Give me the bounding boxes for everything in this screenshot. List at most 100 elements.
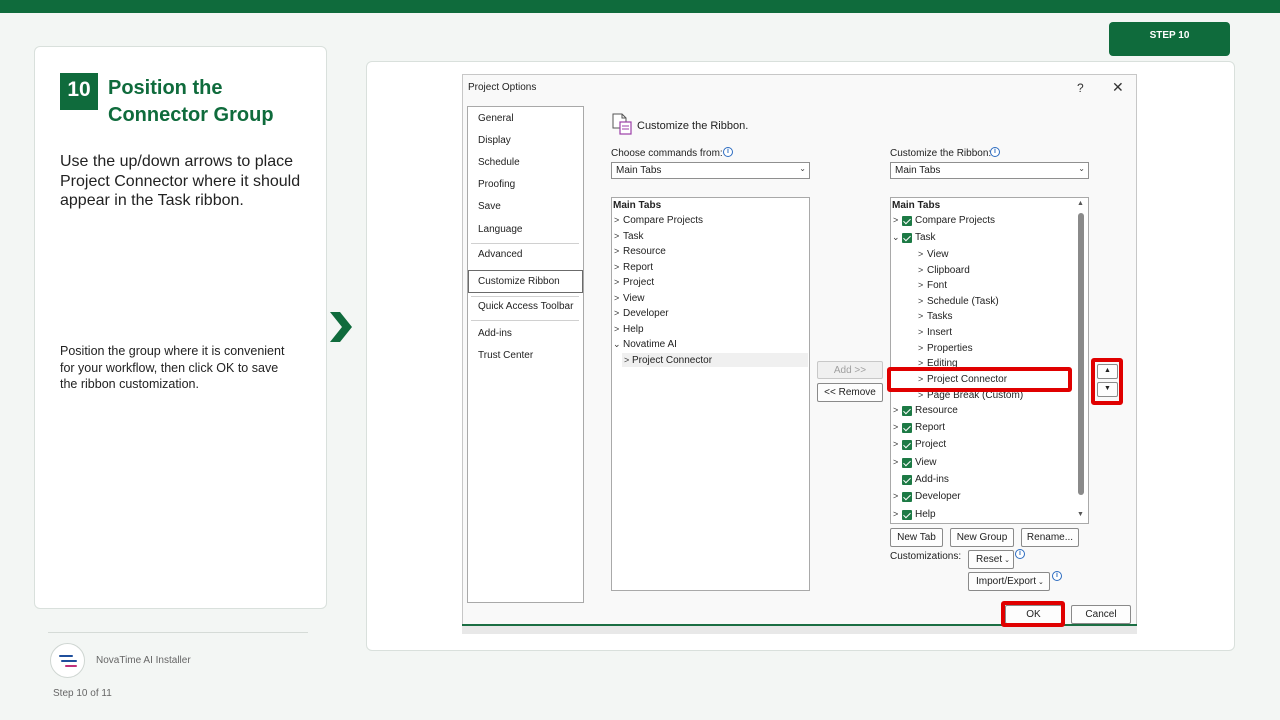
nav-item-proofing[interactable]: Proofing — [478, 179, 515, 190]
chevron-right-icon[interactable]: > — [893, 439, 898, 449]
close-icon[interactable]: ✕ — [1112, 79, 1124, 96]
customize-ribbon-icon — [612, 113, 632, 135]
nav-item-schedule[interactable]: Schedule — [478, 157, 520, 168]
chevron-right-icon[interactable]: > — [614, 324, 619, 334]
ribbon-group-item[interactable]: Insert — [927, 327, 952, 338]
chevron-right-icon[interactable]: > — [614, 308, 619, 318]
ribbon-group-item[interactable]: Clipboard — [927, 265, 970, 276]
remove-button[interactable]: << Remove — [817, 383, 883, 402]
chevron-right-icon[interactable]: > — [918, 280, 923, 290]
list-item[interactable]: Compare Projects — [623, 215, 703, 226]
chevron-down-icon[interactable]: ⌄ — [613, 339, 621, 350]
checkbox-checked[interactable] — [902, 492, 912, 502]
ribbon-tab-item[interactable]: Add-ins — [915, 474, 949, 485]
checkbox-checked[interactable] — [902, 440, 912, 450]
novatime-logo-icon — [50, 643, 85, 678]
scrollbar-thumb[interactable] — [1078, 213, 1084, 495]
step-note: Position the group where it is convenien… — [60, 344, 285, 391]
list-item[interactable]: Resource — [623, 246, 666, 257]
checkbox-checked[interactable] — [902, 216, 912, 226]
chevron-right-icon[interactable]: > — [918, 311, 923, 321]
chevron-right-icon[interactable]: > — [614, 231, 619, 241]
checkbox-checked[interactable] — [902, 423, 912, 433]
chevron-right-icon[interactable]: > — [614, 293, 619, 303]
list-item[interactable]: View — [623, 293, 645, 304]
chevron-right-icon[interactable]: > — [614, 277, 619, 287]
scroll-down-icon[interactable]: ▼ — [1077, 511, 1084, 518]
ribbon-group-item[interactable]: Font — [927, 280, 947, 291]
nav-item-language[interactable]: Language — [478, 224, 523, 235]
ribbon-tab-item[interactable]: Developer — [915, 491, 961, 502]
customize-ribbon-select[interactable]: Main Tabs ⌄ — [890, 162, 1089, 179]
checkbox-checked[interactable] — [902, 475, 912, 485]
ribbon-tab-item[interactable]: Task — [915, 232, 936, 243]
nav-item-add-ins[interactable]: Add-ins — [478, 328, 512, 339]
chevron-down-icon: ⌄ — [799, 164, 806, 173]
nav-separator — [471, 243, 579, 244]
checkbox-checked[interactable] — [902, 510, 912, 520]
chevron-right-icon[interactable]: > — [893, 509, 898, 519]
ribbon-tab-item[interactable]: Compare Projects — [915, 215, 995, 226]
nav-item-quick-access-toolbar[interactable]: Quick Access Toolbar — [478, 301, 573, 312]
chevron-right-icon[interactable]: > — [918, 265, 923, 275]
list-item[interactable]: Report — [623, 262, 653, 273]
ribbon-tab-item[interactable]: View — [915, 457, 937, 468]
chevron-down-icon: ⌄ — [1078, 164, 1085, 173]
chevron-right-icon[interactable]: > — [614, 215, 619, 225]
list-item[interactable]: Help — [623, 324, 644, 335]
ribbon-tab-item[interactable]: Project — [915, 439, 946, 450]
chevron-right-icon[interactable]: > — [624, 355, 629, 365]
ribbon-group-item[interactable]: Tasks — [927, 311, 953, 322]
chevron-right-icon[interactable]: > — [893, 457, 898, 467]
highlight-project-connector — [887, 367, 1072, 392]
nav-item-trust-center[interactable]: Trust Center — [478, 350, 533, 361]
choose-commands-select[interactable]: Main Tabs ⌄ — [611, 162, 810, 179]
chevron-right-icon[interactable]: > — [614, 262, 619, 272]
ribbon-group-item[interactable]: Properties — [927, 343, 973, 354]
chevron-right-icon[interactable]: > — [918, 296, 923, 306]
reset-label: Reset — [976, 554, 1003, 565]
add-button[interactable]: Add >> — [817, 361, 883, 379]
ribbon-group-item[interactable]: Schedule (Task) — [927, 296, 999, 307]
chevron-right-icon[interactable]: > — [918, 327, 923, 337]
ribbon-tab-item[interactable]: Resource — [915, 405, 958, 416]
customize-ribbon-value: Main Tabs — [895, 165, 941, 176]
list-header: Main Tabs — [892, 200, 941, 211]
chevron-right-icon[interactable]: > — [893, 422, 898, 432]
checkbox-checked[interactable] — [902, 406, 912, 416]
import-export-dropdown[interactable]: Import/Export ⌄ — [968, 572, 1050, 591]
checkbox-checked[interactable] — [902, 233, 912, 243]
chevron-right-icon[interactable]: > — [893, 405, 898, 415]
ribbon-tab-item[interactable]: Report — [915, 422, 945, 433]
ribbon-group-item[interactable]: View — [927, 249, 949, 260]
brand-name: NovaTime AI Installer — [96, 655, 191, 666]
chevron-right-icon[interactable]: > — [893, 215, 898, 225]
nav-item-save[interactable]: Save — [478, 201, 501, 212]
list-item[interactable]: Novatime AI — [623, 339, 677, 350]
step-badge: STEP 10 — [1109, 22, 1230, 56]
chevron-right-icon[interactable]: > — [614, 246, 619, 256]
scroll-up-icon[interactable]: ▲ — [1077, 200, 1084, 207]
chevron-right-icon[interactable]: > — [918, 249, 923, 259]
cancel-button[interactable]: Cancel — [1071, 605, 1131, 624]
list-item[interactable]: Project — [623, 277, 654, 288]
rename-button[interactable]: Rename... — [1021, 528, 1079, 547]
nav-separator — [471, 320, 579, 321]
checkbox-checked[interactable] — [902, 458, 912, 468]
new-group-button[interactable]: New Group — [950, 528, 1014, 547]
list-item-project-connector[interactable]: Project Connector — [632, 355, 712, 366]
chevron-down-icon[interactable]: ⌄ — [892, 232, 900, 243]
new-tab-button[interactable]: New Tab — [890, 528, 943, 547]
nav-item-customize-ribbon[interactable]: Customize Ribbon — [478, 276, 560, 287]
chevron-right-icon[interactable]: > — [918, 343, 923, 353]
list-item[interactable]: Task — [623, 231, 644, 242]
nav-item-display[interactable]: Display — [478, 135, 511, 146]
reset-dropdown[interactable]: Reset ⌄ — [968, 550, 1014, 569]
nav-item-general[interactable]: General — [478, 113, 514, 124]
nav-item-advanced[interactable]: Advanced — [478, 249, 522, 260]
chevron-right-icon[interactable]: > — [893, 491, 898, 501]
list-scrollbar[interactable]: ▲ ▼ — [1076, 200, 1086, 520]
list-item[interactable]: Developer — [623, 308, 669, 319]
help-button[interactable]: ? — [1077, 81, 1084, 95]
ribbon-tab-item[interactable]: Help — [915, 509, 936, 520]
